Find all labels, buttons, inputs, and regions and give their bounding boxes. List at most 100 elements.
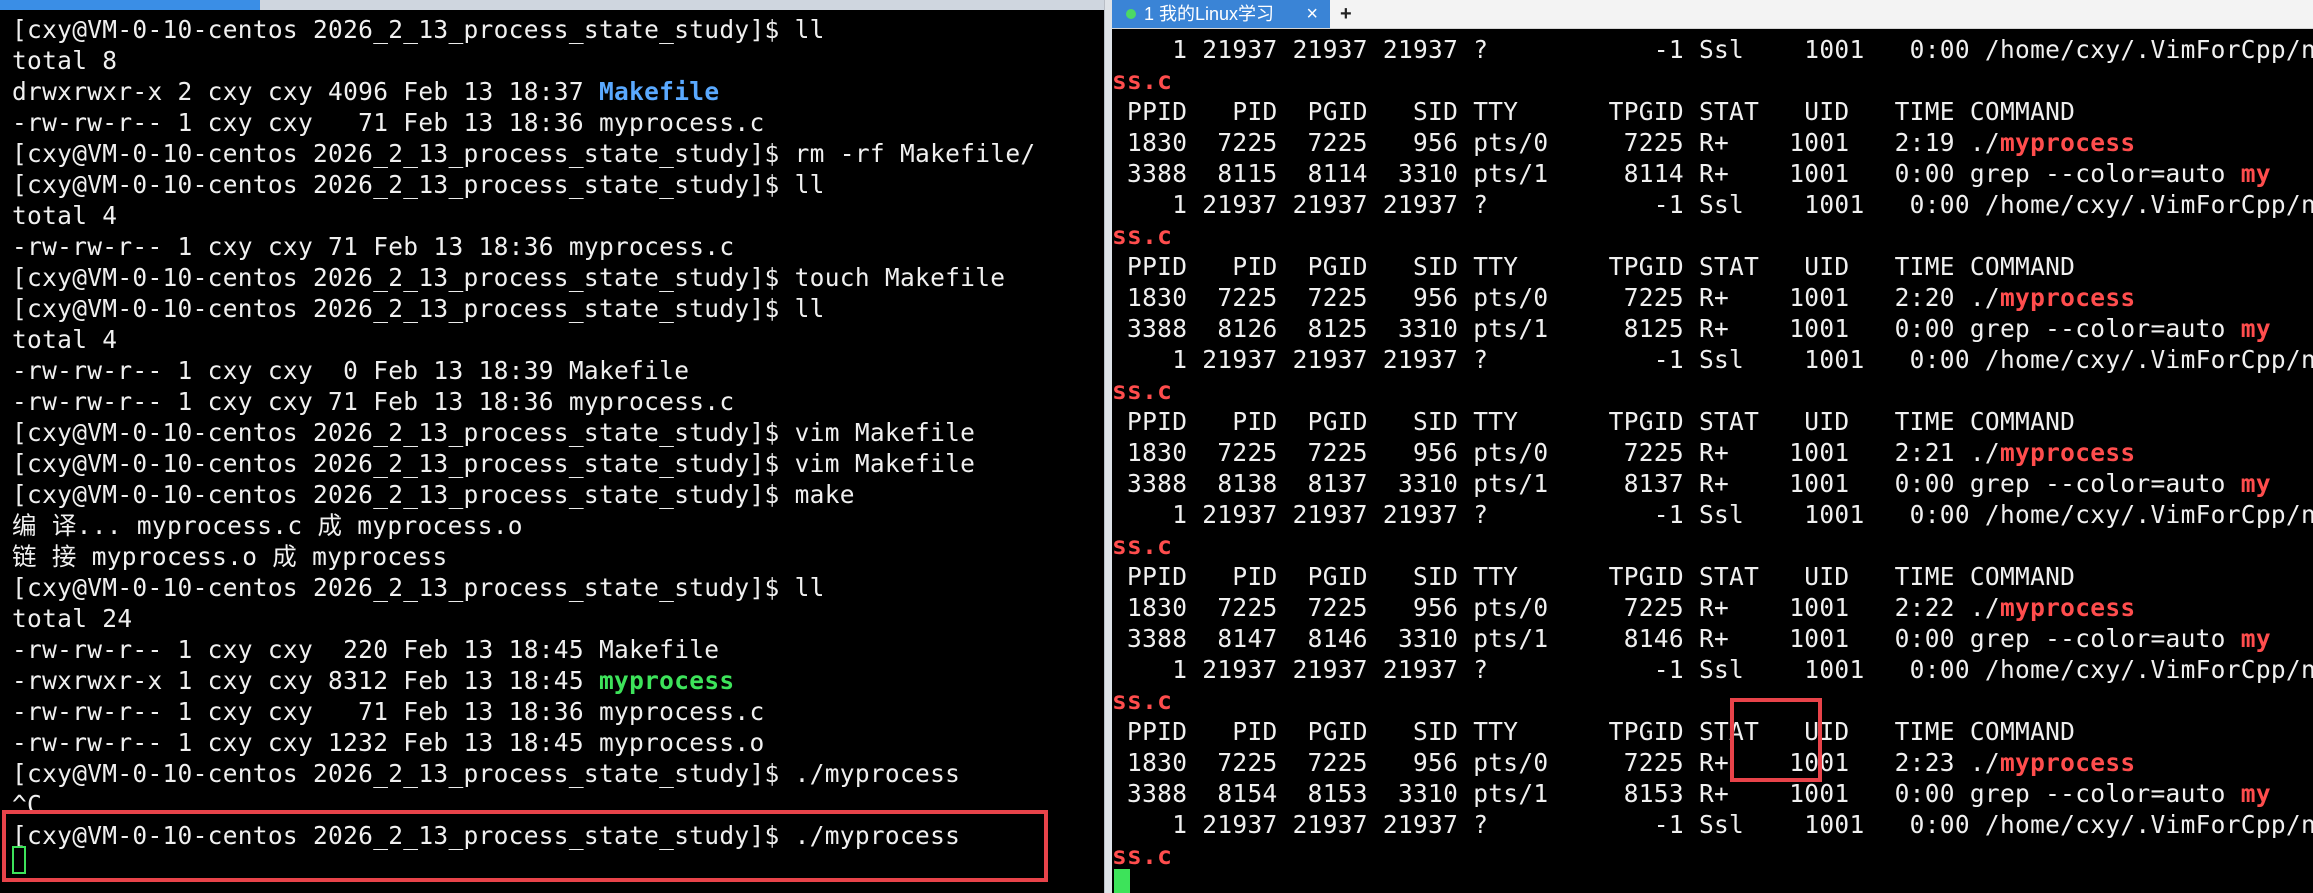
terminal-text: -rwxrwxr-x 1 cxy cxy 8312 Feb 13 18:45	[12, 666, 599, 695]
terminal-text: 1830 7225 7225 956 pts/0 7225 R+ 1001 2:…	[1112, 128, 2000, 157]
terminal-text: myprocess	[1999, 748, 2136, 777]
terminal-text: [cxy@VM-0-10-centos 2026_2_13_process_st…	[12, 759, 961, 788]
terminal-line: 3388 8147 8146 3310 pts/1 8146 R+ 1001 0…	[1112, 623, 2313, 654]
terminal-text: total 4	[12, 325, 118, 354]
tab-label: 1 我的Linux学习	[1144, 4, 1275, 24]
terminal-text: [cxy@VM-0-10-centos 2026_2_13_process_st…	[12, 294, 825, 323]
terminal-line: ss.c	[1112, 685, 2313, 716]
terminal-text: 3388 8147 8146 3310 pts/1 8146 R+ 1001 0…	[1112, 624, 2241, 653]
plus-icon[interactable]: +	[1340, 0, 1352, 28]
terminal-text: [cxy@VM-0-10-centos 2026_2_13_process_st…	[12, 15, 825, 44]
terminal-text: [cxy@VM-0-10-centos 2026_2_13_process_st…	[12, 573, 825, 602]
terminal-text: myprocess	[598, 666, 735, 695]
terminal-text: -rw-rw-r-- 1 cxy cxy 1232 Feb 13 18:45 m…	[12, 728, 765, 757]
terminal-line: 3388 8138 8137 3310 pts/1 8137 R+ 1001 0…	[1112, 468, 2313, 499]
terminal-text: myprocess	[1999, 128, 2136, 157]
terminal-line: 1 21937 21937 21937 ? -1 Ssl 1001 0:00 /…	[1112, 654, 2313, 685]
dot-icon	[1126, 9, 1136, 19]
terminal-text: [cxy@VM-0-10-centos 2026_2_13_process_st…	[12, 480, 855, 509]
terminal-line: -rw-rw-r-- 1 cxy cxy 71 Feb 13 18:36 myp…	[12, 231, 1104, 262]
terminal-text: 3388 8138 8137 3310 pts/1 8137 R+ 1001 0…	[1112, 469, 2241, 498]
terminal-line: [cxy@VM-0-10-centos 2026_2_13_process_st…	[12, 758, 1104, 789]
terminal-text: ss.c	[1112, 841, 1173, 870]
terminal-line: 3388 8115 8114 3310 pts/1 8114 R+ 1001 0…	[1112, 158, 2313, 189]
terminal-text: total 4	[12, 201, 118, 230]
terminal-text: 1 21937 21937 21937 ? -1 Ssl 1001 0:00 /…	[1112, 810, 2313, 839]
terminal-text: ss.c	[1112, 221, 1173, 250]
terminal-line: PPID PID PGID SID TTY TPGID STAT UID TIM…	[1112, 561, 2313, 592]
terminal-line: [cxy@VM-0-10-centos 2026_2_13_process_st…	[12, 293, 1104, 324]
terminal-text: -rw-rw-r-- 1 cxy cxy 71 Feb 13 18:36 myp…	[12, 232, 735, 261]
terminal-text: 编 译... myprocess.c 成 myprocess.o	[12, 511, 523, 540]
terminal-text: my	[2240, 624, 2271, 653]
terminal-line: PPID PID PGID SID TTY TPGID STAT UID TIM…	[1112, 96, 2313, 127]
terminal-text: ss.c	[1112, 66, 1173, 95]
terminal-text: 1 21937 21937 21937 ? -1 Ssl 1001 0:00 /…	[1112, 190, 2313, 219]
terminal-text: total 8	[12, 46, 118, 75]
terminal-line: 1830 7225 7225 956 pts/0 7225 R+ 1001 2:…	[1112, 282, 2313, 313]
terminal-line: 1830 7225 7225 956 pts/0 7225 R+ 1001 2:…	[1112, 592, 2313, 623]
terminal-line: 1830 7225 7225 956 pts/0 7225 R+ 1001 2:…	[1112, 127, 2313, 158]
terminal-text: 1830 7225 7225 956 pts/0 7225 R+ 1001 2:…	[1112, 438, 2000, 467]
right-terminal-output[interactable]: 1 21937 21937 21937 ? -1 Ssl 1001 0:00 /…	[1112, 34, 2313, 871]
terminal-line: [cxy@VM-0-10-centos 2026_2_13_process_st…	[12, 417, 1104, 448]
terminal-text: myprocess	[1999, 593, 2136, 622]
terminal-text: PPID PID PGID SID TTY TPGID STAT UID TIM…	[1112, 717, 2076, 746]
terminal-line: [cxy@VM-0-10-centos 2026_2_13_process_st…	[12, 479, 1104, 510]
left-window-titlebar	[0, 0, 1104, 10]
terminal-text: 1 21937 21937 21937 ? -1 Ssl 1001 0:00 /…	[1112, 500, 2313, 529]
terminal-text: 1 21937 21937 21937 ? -1 Ssl 1001 0:00 /…	[1112, 655, 2313, 684]
terminal-text: -rw-rw-r-- 1 cxy cxy 220 Feb 13 18:45 Ma…	[12, 635, 720, 664]
terminal-line: total 24	[12, 603, 1104, 634]
left-terminal-pane[interactable]: [cxy@VM-0-10-centos 2026_2_13_process_st…	[0, 0, 1104, 893]
terminal-line: -rw-rw-r-- 1 cxy cxy 71 Feb 13 18:36 myp…	[12, 386, 1104, 417]
terminal-text: Makefile	[598, 77, 720, 106]
terminal-line: 编 译... myprocess.c 成 myprocess.o	[12, 510, 1104, 541]
terminal-text: [cxy@VM-0-10-centos 2026_2_13_process_st…	[12, 449, 976, 478]
terminal-line: 1 21937 21937 21937 ? -1 Ssl 1001 0:00 /…	[1112, 344, 2313, 375]
close-icon[interactable]: ×	[1306, 0, 1318, 28]
terminal-line: 1 21937 21937 21937 ? -1 Ssl 1001 0:00 /…	[1112, 809, 2313, 840]
terminal-line: 1 21937 21937 21937 ? -1 Ssl 1001 0:00 /…	[1112, 189, 2313, 220]
terminal-text: PPID PID PGID SID TTY TPGID STAT UID TIM…	[1112, 562, 2076, 591]
terminal-text: my	[2240, 159, 2271, 188]
tab-bar: 1 我的Linux学习 × +	[1112, 0, 2313, 29]
terminal-text: [cxy@VM-0-10-centos 2026_2_13_process_st…	[12, 263, 1006, 292]
terminal-text: PPID PID PGID SID TTY TPGID STAT UID TIM…	[1112, 407, 2076, 436]
terminal-text: -rw-rw-r-- 1 cxy cxy 71 Feb 13 18:36 myp…	[12, 387, 735, 416]
terminal-text: -rw-rw-r-- 1 cxy cxy 71 Feb 13 18:36 myp…	[12, 108, 765, 137]
terminal-text: 1 21937 21937 21937 ? -1 Ssl 1001 0:00 /…	[1112, 35, 2313, 64]
terminal-text: ss.c	[1112, 531, 1173, 560]
terminal-text: 3388 8126 8125 3310 pts/1 8125 R+ 1001 0…	[1112, 314, 2241, 343]
terminal-text: -rw-rw-r-- 1 cxy cxy 0 Feb 13 18:39 Make…	[12, 356, 690, 385]
terminal-line: [cxy@VM-0-10-centos 2026_2_13_process_st…	[12, 138, 1104, 169]
terminal-line: 1 21937 21937 21937 ? -1 Ssl 1001 0:00 /…	[1112, 34, 2313, 65]
terminal-line: drwxrwxr-x 2 cxy cxy 4096 Feb 13 18:37 M…	[12, 76, 1104, 107]
left-terminal-output[interactable]: [cxy@VM-0-10-centos 2026_2_13_process_st…	[12, 14, 1104, 851]
terminal-line: [cxy@VM-0-10-centos 2026_2_13_process_st…	[12, 262, 1104, 293]
terminal-line: 链 接 myprocess.o 成 myprocess	[12, 541, 1104, 572]
terminal-line: 1 21937 21937 21937 ? -1 Ssl 1001 0:00 /…	[1112, 499, 2313, 530]
terminal-line: PPID PID PGID SID TTY TPGID STAT UID TIM…	[1112, 716, 2313, 747]
terminal-line: [cxy@VM-0-10-centos 2026_2_13_process_st…	[12, 448, 1104, 479]
tab-linux-study[interactable]: 1 我的Linux学习 ×	[1112, 0, 1330, 28]
terminal-line: total 4	[12, 200, 1104, 231]
terminal-text: 3388 8115 8114 3310 pts/1 8114 R+ 1001 0…	[1112, 159, 2241, 188]
terminal-line: PPID PID PGID SID TTY TPGID STAT UID TIM…	[1112, 406, 2313, 437]
terminal-line: -rw-rw-r-- 1 cxy cxy 1232 Feb 13 18:45 m…	[12, 727, 1104, 758]
terminal-text: 3388 8154 8153 3310 pts/1 8153 R+ 1001 0…	[1112, 779, 2241, 808]
terminal-line: [cxy@VM-0-10-centos 2026_2_13_process_st…	[12, 572, 1104, 603]
terminal-text: ss.c	[1112, 686, 1173, 715]
terminal-line: ss.c	[1112, 530, 2313, 561]
terminal-line: -rw-rw-r-- 1 cxy cxy 71 Feb 13 18:36 myp…	[12, 107, 1104, 138]
terminal-text: myprocess	[1999, 438, 2136, 467]
right-terminal-pane[interactable]: 1 我的Linux学习 × + 1 21937 21937 21937 ? -1…	[1112, 0, 2313, 893]
terminal-line: ^C	[12, 789, 1104, 820]
terminal-text: [cxy@VM-0-10-centos 2026_2_13_process_st…	[12, 139, 1036, 168]
terminal-text: PPID PID PGID SID TTY TPGID STAT UID TIM…	[1112, 252, 2076, 281]
terminal-line: 1830 7225 7225 956 pts/0 7225 R+ 1001 2:…	[1112, 747, 2313, 778]
terminal-line: 3388 8126 8125 3310 pts/1 8125 R+ 1001 0…	[1112, 313, 2313, 344]
terminal-text: my	[2240, 779, 2271, 808]
terminal-line: 1830 7225 7225 956 pts/0 7225 R+ 1001 2:…	[1112, 437, 2313, 468]
terminal-line: -rw-rw-r-- 1 cxy cxy 220 Feb 13 18:45 Ma…	[12, 634, 1104, 665]
